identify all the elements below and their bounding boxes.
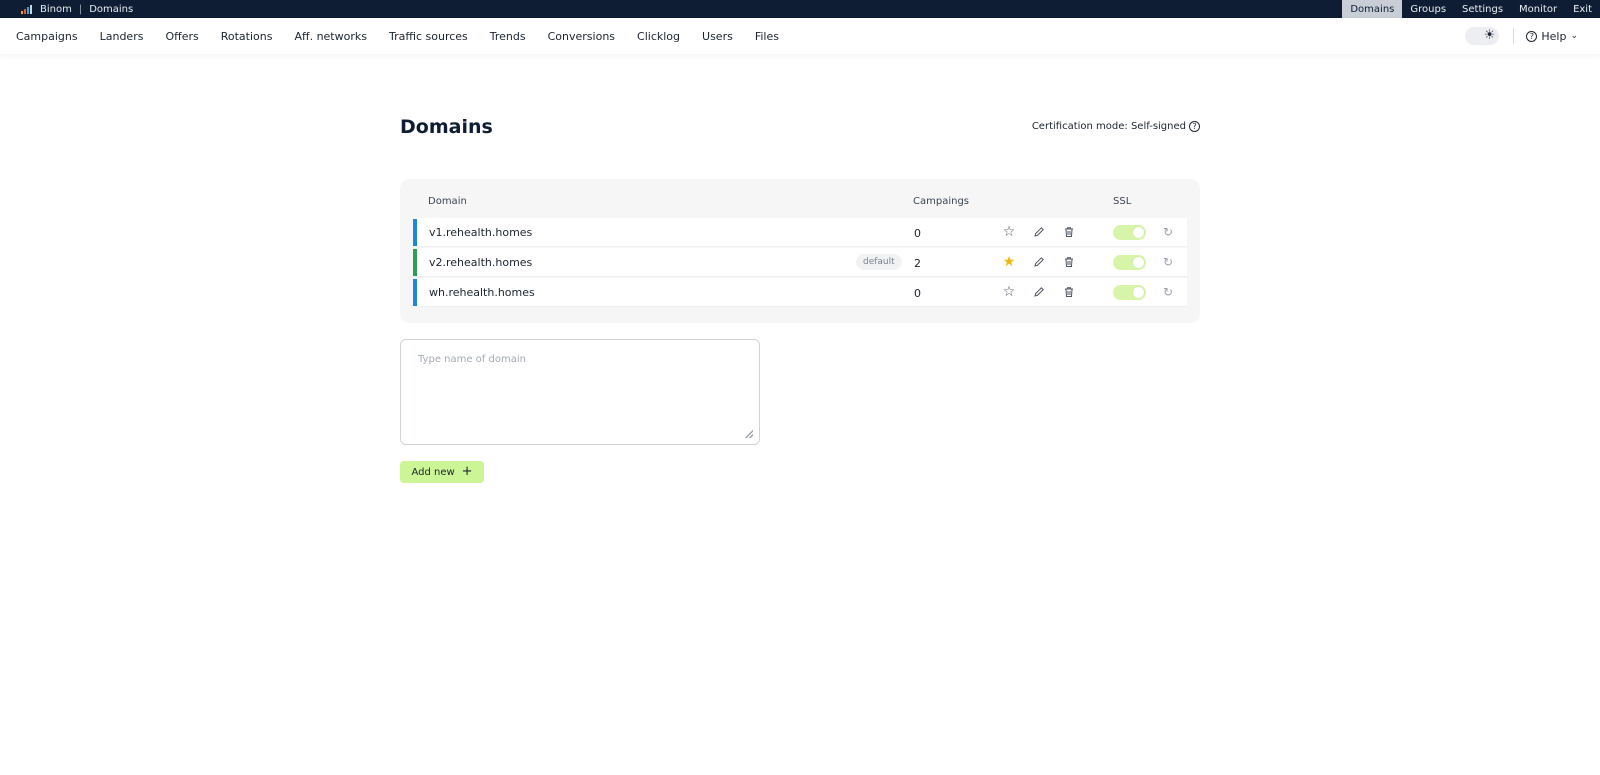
nav-offers[interactable]: Offers [165, 30, 198, 43]
add-new-button[interactable]: Add new + [400, 461, 484, 483]
table-row[interactable]: v1.rehealth.homes 0 ☆ ↻ [413, 218, 1187, 247]
row-accent-bar [413, 279, 417, 306]
plus-icon: + [461, 464, 473, 479]
trash-icon[interactable] [1061, 284, 1077, 300]
trash-icon[interactable] [1061, 224, 1077, 240]
question-icon[interactable]: ? [1189, 121, 1200, 132]
nav-campaigns[interactable]: Campaigns [16, 30, 78, 43]
brand-separator: | [78, 3, 83, 15]
nav-trends[interactable]: Trends [490, 30, 526, 43]
cert-value: Self-signed [1130, 121, 1186, 132]
star-icon[interactable]: ☆ [1001, 224, 1017, 240]
nav-traffic-sources[interactable]: Traffic sources [389, 30, 468, 43]
domains-table: Domain Campaings SSL v1.rehealth.homes 0… [400, 179, 1200, 323]
star-icon[interactable]: ☆ [1001, 284, 1017, 300]
refresh-icon[interactable]: ↻ [1160, 254, 1176, 270]
topnav-monitor[interactable]: Monitor [1511, 0, 1565, 18]
help-label: Help [1541, 29, 1567, 43]
header-campaigns: Campaings [913, 196, 970, 207]
topnav-exit[interactable]: Exit [1565, 0, 1600, 18]
brand[interactable]: Binom | Domains [0, 0, 133, 18]
header-domain: Domain [428, 196, 467, 207]
default-badge: default [856, 254, 902, 270]
add-new-label: Add new [411, 466, 455, 478]
topnav-groups[interactable]: Groups [1402, 0, 1454, 18]
domain-name: wh.rehealth.homes [429, 286, 535, 299]
sun-icon: ☀ [1483, 28, 1496, 43]
binom-logo-icon [21, 4, 32, 14]
new-domain-input[interactable] [401, 340, 759, 444]
topnav-settings[interactable]: Settings [1454, 0, 1511, 18]
new-domain-field-wrapper [400, 339, 760, 445]
help-menu[interactable]: ? Help ⌄ [1526, 30, 1578, 43]
top-bar: Binom | Domains Domains Groups Settings … [0, 0, 1600, 18]
ssl-toggle[interactable] [1113, 255, 1146, 270]
theme-toggle[interactable]: ☀ [1465, 27, 1500, 45]
question-icon: ? [1526, 30, 1538, 42]
topnav-domains[interactable]: Domains [1342, 0, 1403, 18]
divider [1513, 28, 1515, 44]
header-ssl: SSL [1113, 196, 1132, 207]
refresh-icon[interactable]: ↻ [1160, 224, 1176, 240]
row-accent-bar [413, 219, 417, 246]
page-title: Domains [400, 116, 493, 138]
refresh-icon[interactable]: ↻ [1160, 284, 1176, 300]
main-nav: Campaigns Landers Offers Rotations Aff. … [0, 18, 1600, 54]
ssl-toggle[interactable] [1113, 225, 1146, 240]
certification-mode[interactable]: Certification mode: Self-signed ? [1032, 121, 1200, 132]
row-accent-bar [413, 249, 417, 276]
brand-name: Binom [40, 3, 72, 15]
table-row[interactable]: wh.rehealth.homes 0 ☆ ↻ [413, 278, 1187, 307]
nav-clicklog[interactable]: Clicklog [637, 30, 680, 43]
cert-label: Certification mode: [1031, 121, 1128, 132]
edit-icon[interactable] [1031, 224, 1047, 240]
nav-conversions[interactable]: Conversions [548, 30, 615, 43]
ssl-toggle[interactable] [1113, 285, 1146, 300]
edit-icon[interactable] [1031, 284, 1047, 300]
nav-users[interactable]: Users [702, 30, 733, 43]
campaigns-count: 0 [914, 287, 921, 300]
nav-landers[interactable]: Landers [100, 30, 144, 43]
campaigns-count: 0 [914, 227, 921, 240]
resize-grip-icon[interactable] [745, 430, 753, 438]
nav-rotations[interactable]: Rotations [221, 30, 273, 43]
campaigns-count: 2 [914, 257, 921, 270]
domain-name: v2.rehealth.homes [429, 256, 533, 269]
brand-section: Domains [89, 3, 134, 15]
table-header: Domain Campaings SSL [400, 196, 1200, 210]
domain-name: v1.rehealth.homes [429, 226, 533, 239]
nav-aff-networks[interactable]: Aff. networks [294, 30, 367, 43]
star-filled-icon[interactable]: ★ [1001, 254, 1017, 270]
table-row[interactable]: v2.rehealth.homes default 2 ★ ↻ [413, 248, 1187, 277]
edit-icon[interactable] [1031, 254, 1047, 270]
nav-files[interactable]: Files [755, 30, 779, 43]
top-nav: Domains Groups Settings Monitor Exit [1342, 0, 1600, 18]
trash-icon[interactable] [1061, 254, 1077, 270]
chevron-down-icon: ⌄ [1570, 31, 1578, 41]
